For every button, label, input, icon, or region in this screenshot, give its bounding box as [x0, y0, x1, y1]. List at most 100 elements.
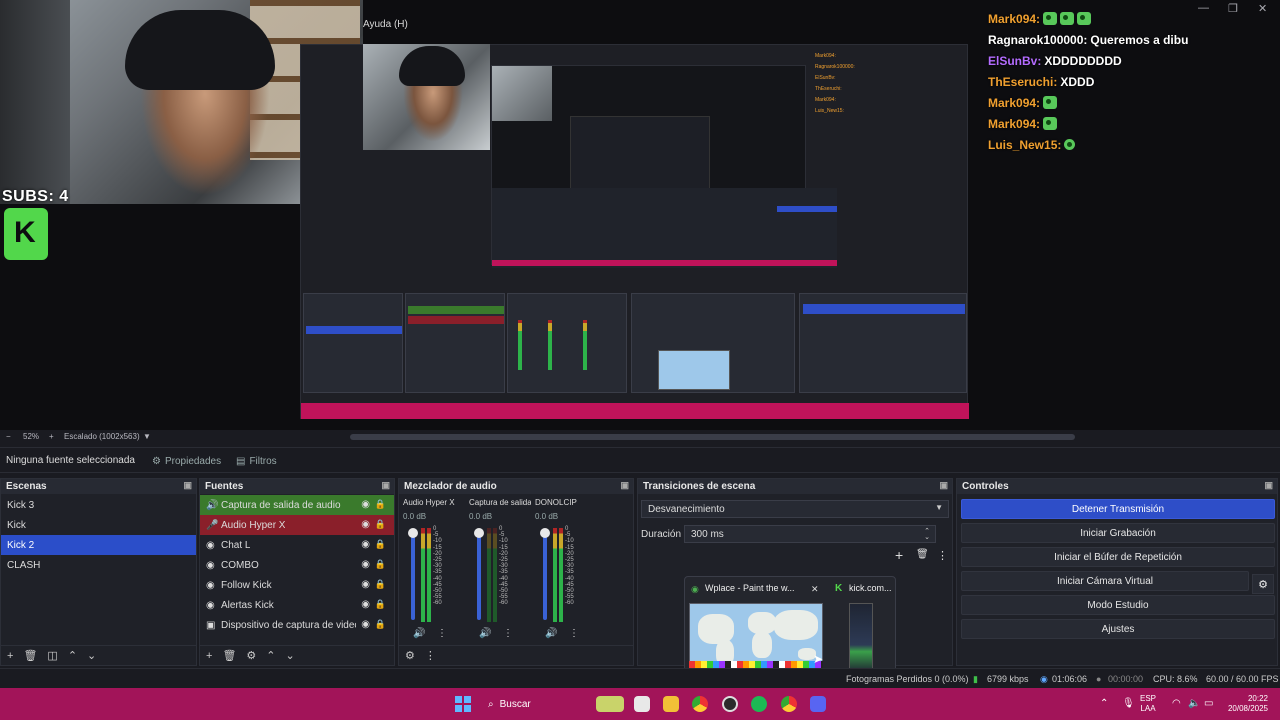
lock-icon[interactable]: 🔒 [375, 559, 386, 570]
taskbar-search[interactable]: ⌕ Buscar [480, 693, 590, 715]
fader-handle[interactable] [408, 528, 418, 538]
control-button[interactable]: Detener Transmisión [961, 499, 1275, 519]
visibility-eye-icon[interactable]: ◉ [361, 579, 370, 590]
obs-icon[interactable] [722, 696, 738, 712]
source-label: Captura de salida de audio [221, 499, 341, 511]
move-up-icon[interactable]: ⌃ [266, 649, 275, 662]
source-item[interactable]: ◉ Follow Kick ◉ 🔒 [200, 575, 394, 595]
visibility-eye-icon[interactable]: ◉ [361, 499, 370, 510]
control-button[interactable]: Iniciar Cámara Virtual [961, 571, 1249, 591]
level-meter [493, 528, 497, 622]
properties-button[interactable]: ⚙ Propiedades [152, 453, 221, 469]
visibility-eye-icon[interactable]: ◉ [361, 619, 370, 630]
mute-speaker-icon[interactable]: 🔊 [545, 628, 557, 639]
taskbar-thumbnail-popup[interactable]: ◉ Wplace - Paint the w... ✕ K kick.com..… [684, 576, 896, 676]
visibility-eye-icon[interactable]: ◉ [361, 599, 370, 610]
language-indicator[interactable]: ESP LAA [1140, 694, 1156, 714]
dock-menu-icon[interactable]: ▣ [939, 480, 948, 491]
widget-icon[interactable] [596, 696, 624, 712]
close-window-icon[interactable]: ✕ [1258, 2, 1267, 15]
scale-dropdown-icon[interactable]: ▼ [143, 432, 151, 441]
virtual-camera-settings-icon[interactable]: ⚙ [1252, 574, 1274, 594]
source-item[interactable]: 🎤 Audio Hyper X ◉ 🔒 [200, 515, 394, 535]
mixer-menu-icon[interactable]: ⋮ [425, 649, 436, 662]
source-item[interactable]: 🔊 Captura de salida de audio ◉ 🔒 [200, 495, 394, 515]
dock-menu-icon[interactable]: ▣ [183, 480, 192, 491]
scene-item[interactable]: Kick [1, 515, 196, 535]
lock-icon[interactable]: 🔒 [375, 519, 386, 530]
volume-fader[interactable] [477, 530, 481, 620]
volume-fader[interactable] [411, 530, 415, 620]
visibility-eye-icon[interactable]: ◉ [361, 559, 370, 570]
dock-menu-icon[interactable]: ▣ [381, 480, 390, 491]
remove-source-icon[interactable]: 🗑 [222, 649, 236, 662]
chrome-active-icon[interactable] [781, 696, 797, 712]
fader-handle[interactable] [540, 528, 550, 538]
source-properties-icon[interactable]: ⚙ [246, 649, 256, 662]
spotify-icon[interactable] [751, 696, 767, 712]
move-up-icon[interactable]: ⌃ [68, 649, 77, 662]
source-item[interactable]: ◉ COMBO ◉ 🔒 [200, 555, 394, 575]
stream-preview[interactable]: SUBS: 4 K Ayuda (H) Mark094: Ragnarok1000… [0, 0, 1280, 430]
lock-icon[interactable]: 🔒 [375, 579, 386, 590]
scene-item[interactable]: Kick 3 [1, 495, 196, 515]
add-transition-icon[interactable]: + [895, 547, 903, 563]
stepper-icon[interactable]: ⌃ ⌄ [924, 528, 930, 541]
lock-icon[interactable]: 🔒 [375, 539, 386, 550]
microphone-tray-icon[interactable]: 🎙 [1122, 698, 1135, 709]
add-source-icon[interactable]: + [206, 650, 212, 662]
thumbnail-title-wplace[interactable]: Wplace - Paint the w... [705, 583, 805, 593]
control-button[interactable]: Iniciar Grabación [961, 523, 1275, 543]
channel-menu-icon[interactable]: ⋮ [569, 628, 579, 639]
battery-icon[interactable]: ▭ [1204, 698, 1213, 709]
move-down-icon[interactable]: ⌄ [286, 649, 295, 662]
lock-icon[interactable]: 🔒 [375, 619, 386, 630]
preview-horizontal-scrollbar[interactable] [350, 434, 1075, 440]
add-scene-icon[interactable]: + [7, 650, 13, 662]
control-button[interactable]: Iniciar el Búfer de Repetición [961, 547, 1275, 567]
lock-icon[interactable]: 🔒 [375, 499, 386, 510]
lock-icon[interactable]: 🔒 [375, 599, 386, 610]
dock-menu-icon[interactable]: ▣ [1264, 480, 1273, 491]
scene-item[interactable]: Kick 2 [1, 535, 196, 555]
clock[interactable]: 20:22 20/08/2025 [1216, 694, 1268, 714]
maximize-icon[interactable]: ❐ [1228, 2, 1238, 15]
remove-transition-icon[interactable]: 🗑 [916, 549, 929, 560]
volume-fader[interactable] [543, 530, 547, 620]
discord-icon[interactable] [810, 696, 826, 712]
remove-scene-icon[interactable]: 🗑 [23, 649, 37, 662]
dock-menu-icon[interactable]: ▣ [620, 480, 629, 491]
move-down-icon[interactable]: ⌄ [87, 649, 96, 662]
source-item[interactable]: ▣ Dispositivo de captura de video ◉ 🔒 [200, 615, 394, 635]
source-item[interactable]: ◉ Chat L ◉ 🔒 [200, 535, 394, 555]
zoom-out-icon[interactable]: − [6, 432, 11, 441]
duration-input[interactable]: 300 ms ⌃ ⌄ [684, 525, 936, 543]
app-icon[interactable] [634, 696, 650, 712]
close-icon[interactable]: ✕ [811, 584, 819, 595]
wifi-icon[interactable]: ◠ [1172, 698, 1181, 709]
filters-button[interactable]: ▤ Filtros [236, 453, 277, 469]
transition-select[interactable]: Desvanecimiento ▼ [641, 500, 949, 518]
source-item[interactable]: ◉ Alertas Kick ◉ 🔒 [200, 595, 394, 615]
fader-handle[interactable] [474, 528, 484, 538]
zoom-in-icon[interactable]: + [49, 432, 54, 441]
channel-menu-icon[interactable]: ⋮ [503, 628, 513, 639]
visibility-eye-icon[interactable]: ◉ [361, 519, 370, 530]
tray-chevron-icon[interactable]: ⌃ [1100, 698, 1108, 709]
transition-menu-icon[interactable]: ⋮ [937, 549, 948, 562]
mute-speaker-icon[interactable]: 🔊 [413, 628, 425, 639]
control-button[interactable]: Ajustes [961, 619, 1275, 639]
scene-item[interactable]: CLASH [1, 555, 196, 575]
file-explorer-icon[interactable] [663, 696, 679, 712]
minimize-icon[interactable]: — [1198, 2, 1209, 14]
thumbnail-title-kick[interactable]: kick.com... [849, 583, 892, 593]
visibility-eye-icon[interactable]: ◉ [361, 539, 370, 550]
windows-start-icon[interactable] [455, 696, 471, 712]
mute-speaker-icon[interactable]: 🔊 [479, 628, 491, 639]
control-button[interactable]: Modo Estudio [961, 595, 1275, 615]
channel-menu-icon[interactable]: ⋮ [437, 628, 447, 639]
scene-filters-icon[interactable]: ◫ [47, 649, 57, 662]
advanced-audio-icon[interactable]: ⚙ [405, 649, 415, 662]
chrome-icon[interactable] [692, 696, 708, 712]
volume-icon[interactable]: 🔈 [1188, 698, 1200, 709]
